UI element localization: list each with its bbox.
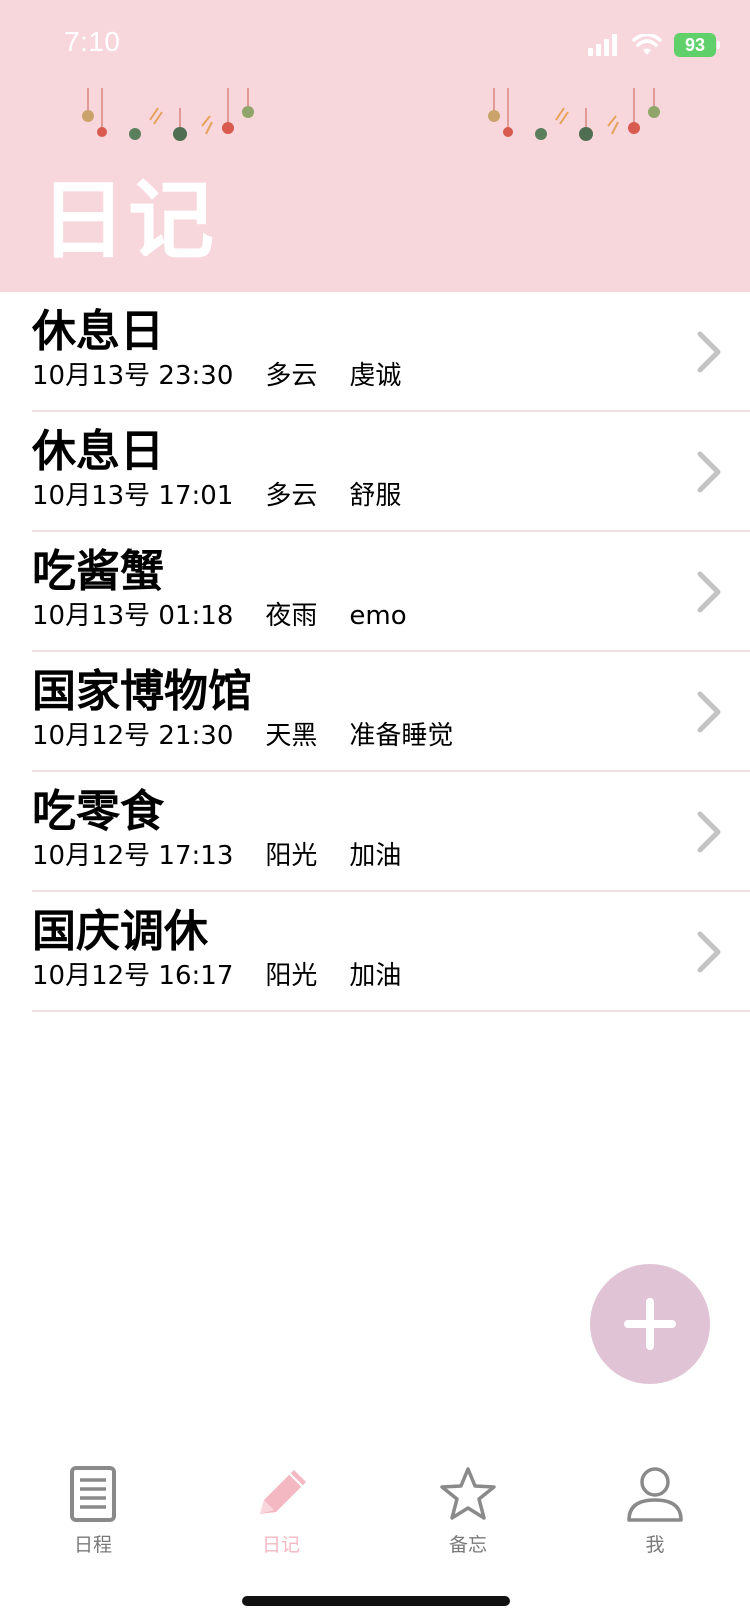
entry-datetime: 10月12号 21:30 — [32, 721, 234, 751]
tab-label: 我 — [645, 1534, 665, 1556]
battery-icon: 93 — [674, 33, 720, 57]
pencil-icon — [260, 1470, 306, 1514]
chevron-right-icon — [697, 811, 721, 853]
tab-me[interactable]: 我 — [605, 1464, 705, 1564]
status-bar: 7:10 93 — [0, 0, 750, 90]
tab-label: 备忘 — [448, 1534, 487, 1556]
entry-meta: 10月13号 01:18 夜雨 emo — [32, 602, 407, 631]
page-title: 日记 — [40, 171, 216, 271]
entry-weather: 夜雨 — [265, 601, 318, 631]
diary-entry-row[interactable]: 吃零食 10月12号 17:13 阳光 加油 — [32, 772, 750, 892]
status-time: 7:10 — [64, 26, 121, 57]
entry-title: 国庆调休 — [32, 906, 208, 957]
entry-meta: 10月12号 17:13 阳光 加油 — [32, 842, 401, 871]
entry-title: 休息日 — [32, 426, 164, 477]
chevron-right-icon — [697, 571, 721, 613]
entry-meta: 10月12号 16:17 阳光 加油 — [32, 962, 401, 991]
tab-diary[interactable]: 日记 — [231, 1464, 331, 1564]
entry-mood: 舒服 — [349, 481, 402, 511]
entry-title: 国家博物馆 — [32, 666, 252, 717]
entry-weather: 天黑 — [265, 721, 318, 751]
tab-label: 日程 — [73, 1534, 112, 1556]
diary-list: 休息日 10月13号 23:30 多云 虔诚 休息日 10月13号 17:01 … — [0, 292, 750, 1012]
entry-weather: 阳光 — [265, 961, 318, 991]
entry-weather: 阳光 — [265, 841, 318, 871]
add-entry-button[interactable] — [590, 1264, 710, 1384]
entry-meta: 10月13号 17:01 多云 舒服 — [32, 482, 401, 511]
entry-datetime: 10月13号 01:18 — [32, 601, 234, 631]
diary-entry-row[interactable]: 吃酱蟹 10月13号 01:18 夜雨 emo — [32, 532, 750, 652]
entry-title: 休息日 — [32, 306, 164, 357]
ornament-decoration-icon — [488, 88, 660, 141]
ornament-decoration-icon — [82, 88, 254, 141]
home-indicator[interactable] — [242, 1596, 510, 1606]
entry-mood: 虔诚 — [349, 361, 402, 391]
diary-entry-row[interactable]: 国家博物馆 10月12号 21:30 天黑 准备睡觉 — [32, 652, 750, 772]
plus-icon — [624, 1298, 676, 1350]
battery-level: 93 — [684, 34, 706, 55]
entry-meta: 10月13号 23:30 多云 虔诚 — [32, 362, 401, 391]
diary-entry-row[interactable]: 国庆调休 10月12号 16:17 阳光 加油 — [32, 892, 750, 1012]
document-icon — [70, 1466, 116, 1522]
entry-mood: 准备睡觉 — [349, 721, 454, 751]
chevron-right-icon — [697, 931, 721, 973]
entry-weather: 多云 — [265, 361, 318, 391]
tab-schedule[interactable]: 日程 — [43, 1464, 143, 1564]
entry-meta: 10月12号 21:30 天黑 准备睡觉 — [32, 722, 453, 751]
entry-datetime: 10月12号 17:13 — [32, 841, 234, 871]
header: 7:10 93 日记 — [0, 0, 750, 292]
chevron-right-icon — [697, 691, 721, 733]
chevron-right-icon — [697, 451, 721, 493]
entry-title: 吃零食 — [32, 786, 164, 837]
star-icon — [440, 1467, 496, 1520]
entry-datetime: 10月13号 17:01 — [32, 481, 234, 511]
entry-datetime: 10月13号 23:30 — [32, 361, 234, 391]
diary-entry-row[interactable]: 休息日 10月13号 17:01 多云 舒服 — [32, 412, 750, 532]
signal-icon — [588, 34, 617, 56]
status-icons: 93 — [588, 30, 720, 60]
entry-weather: 多云 — [265, 481, 318, 511]
chevron-right-icon — [697, 331, 721, 373]
entry-title: 吃酱蟹 — [32, 546, 164, 597]
entry-mood: emo — [349, 601, 407, 631]
entry-mood: 加油 — [349, 961, 402, 991]
wifi-icon — [632, 34, 662, 55]
tab-bar: 日程 日记 备忘 我 — [0, 1464, 750, 1584]
person-icon — [627, 1467, 683, 1522]
entry-datetime: 10月12号 16:17 — [32, 961, 234, 991]
tab-label: 日记 — [261, 1534, 300, 1556]
diary-entry-row[interactable]: 休息日 10月13号 23:30 多云 虔诚 — [32, 292, 750, 412]
tab-memo[interactable]: 备忘 — [418, 1464, 518, 1564]
entry-mood: 加油 — [349, 841, 402, 871]
